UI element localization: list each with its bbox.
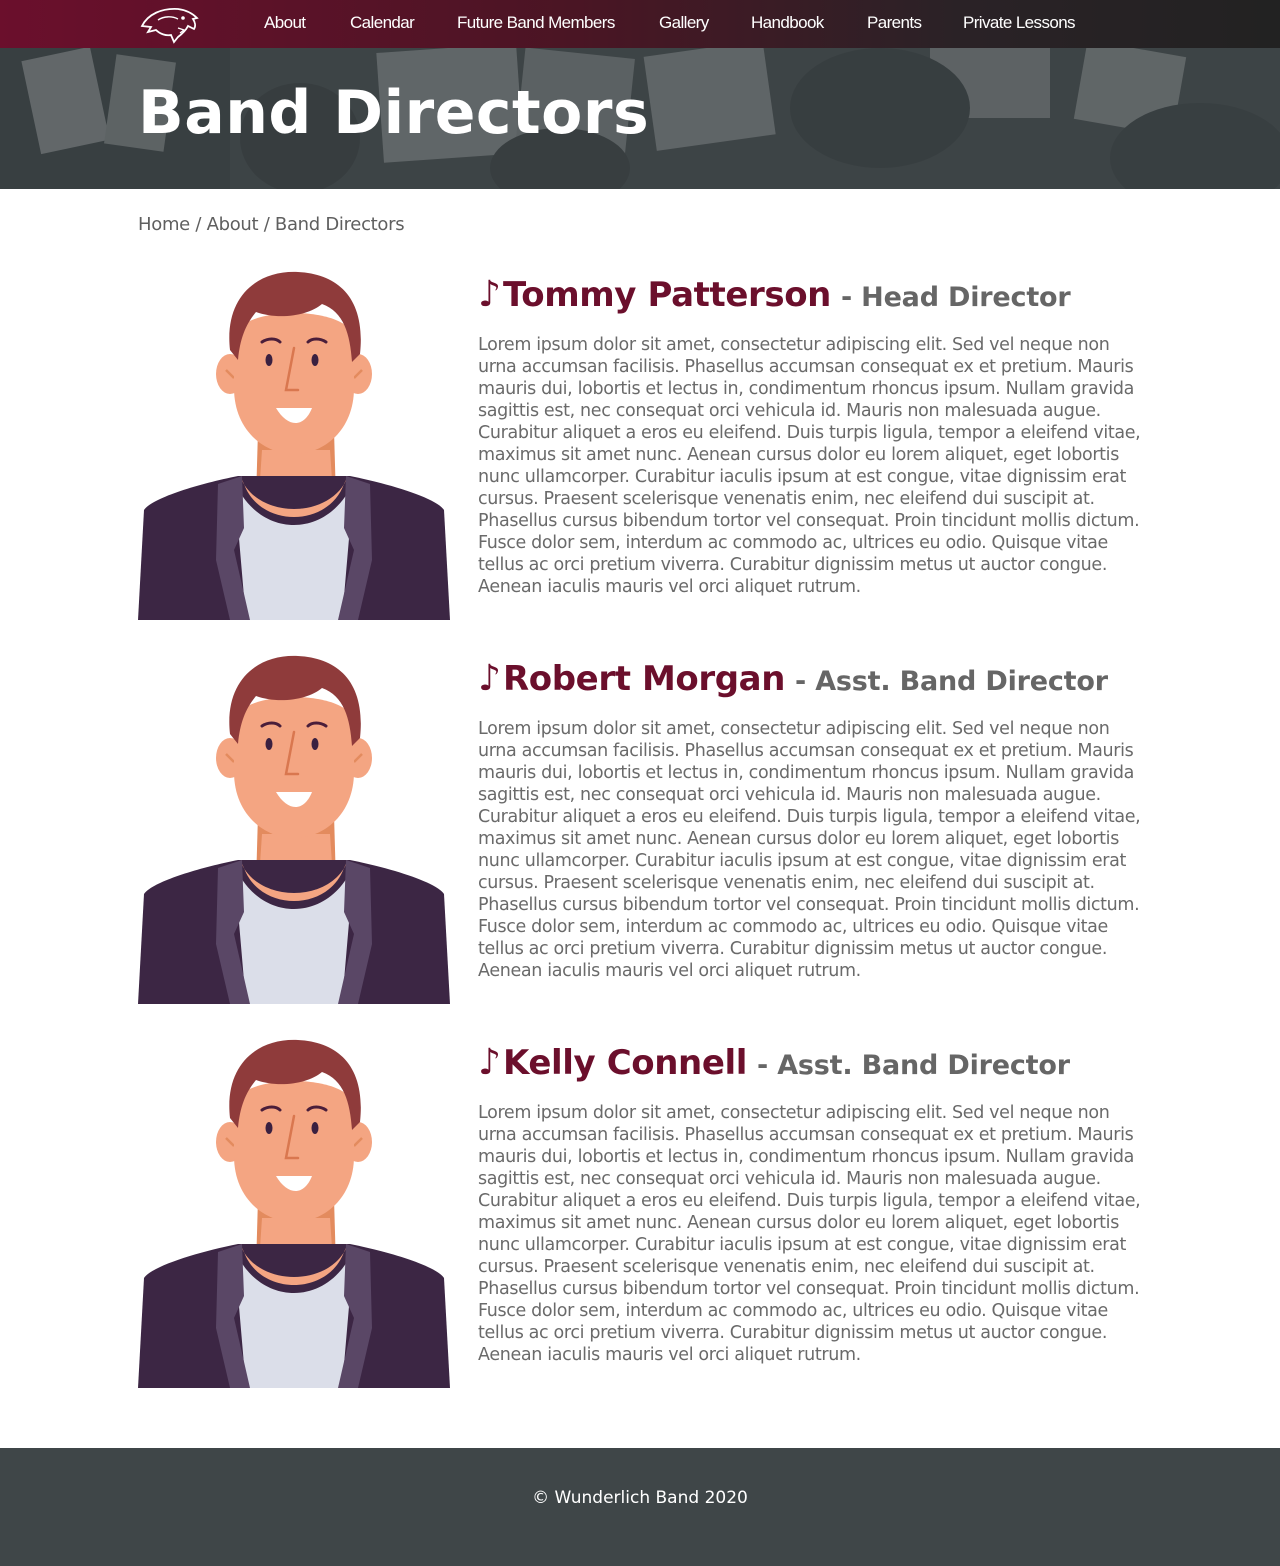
director-info: ♪Robert Morgan - Asst. Band Director Lore… — [478, 658, 1148, 982]
director-info: ♪Kelly Connell - Asst. Band Director Lore… — [478, 1042, 1148, 1366]
nav-link-calendar[interactable]: Calendar — [350, 13, 415, 33]
top-nav: About Calendar Future Band Members Galle… — [0, 0, 1280, 48]
nav-link-gallery[interactable]: Gallery — [659, 13, 709, 33]
director-avatar — [138, 1038, 450, 1388]
nav-link-future-band-members[interactable]: Future Band Members — [457, 13, 615, 33]
nav-link-about[interactable]: About — [264, 13, 306, 33]
breadcrumb: Home / About / Band Directors — [138, 214, 405, 235]
director-card: ♪Robert Morgan - Asst. Band Director Lore… — [138, 654, 1148, 1004]
director-role: - Head Director — [840, 282, 1071, 313]
director-role: - Asst. Band Director — [795, 666, 1108, 697]
hero-banner: Band Directors — [0, 48, 1280, 189]
breadcrumb-current: Band Directors — [274, 214, 405, 235]
director-heading: ♪Robert Morgan - Asst. Band Director — [478, 658, 1148, 700]
breadcrumb-home[interactable]: Home — [138, 214, 190, 235]
director-name: Tommy Patterson — [502, 275, 831, 315]
director-heading: ♪Kelly Connell - Asst. Band Director — [478, 1042, 1148, 1084]
panther-logo-icon[interactable] — [138, 4, 200, 44]
director-avatar — [138, 654, 450, 1004]
director-bio: Lorem ipsum dolor sit amet, consectetur … — [478, 335, 1141, 597]
breadcrumb-separator: / — [263, 214, 275, 235]
page-title: Band Directors — [138, 78, 650, 148]
copyright-text: © Wunderlich Band 2020 — [532, 1488, 748, 1508]
music-note-icon: ♪ — [478, 274, 501, 315]
director-name: Kelly Connell — [502, 1043, 747, 1083]
director-heading: ♪Tommy Patterson - Head Director — [478, 274, 1148, 316]
director-bio: Lorem ipsum dolor sit amet, consectetur … — [478, 719, 1141, 981]
music-note-icon: ♪ — [478, 1042, 501, 1083]
director-name: Robert Morgan — [502, 659, 786, 699]
breadcrumb-separator: / — [195, 214, 207, 235]
nav-link-handbook[interactable]: Handbook — [751, 13, 824, 33]
nav-link-parents[interactable]: Parents — [867, 13, 922, 33]
music-note-icon: ♪ — [478, 658, 501, 699]
breadcrumb-about[interactable]: About — [207, 214, 259, 235]
director-role: - Asst. Band Director — [757, 1050, 1070, 1081]
director-avatar — [138, 270, 450, 620]
director-info: ♪Tommy Patterson - Head Director Lorem ip… — [478, 274, 1148, 598]
nav-link-private-lessons[interactable]: Private Lessons — [963, 13, 1076, 33]
director-card: ♪Kelly Connell - Asst. Band Director Lore… — [138, 1038, 1148, 1388]
director-card: ♪Tommy Patterson - Head Director Lorem ip… — [138, 270, 1148, 620]
director-bio: Lorem ipsum dolor sit amet, consectetur … — [478, 1103, 1141, 1365]
footer: © Wunderlich Band 2020 — [0, 1448, 1280, 1566]
